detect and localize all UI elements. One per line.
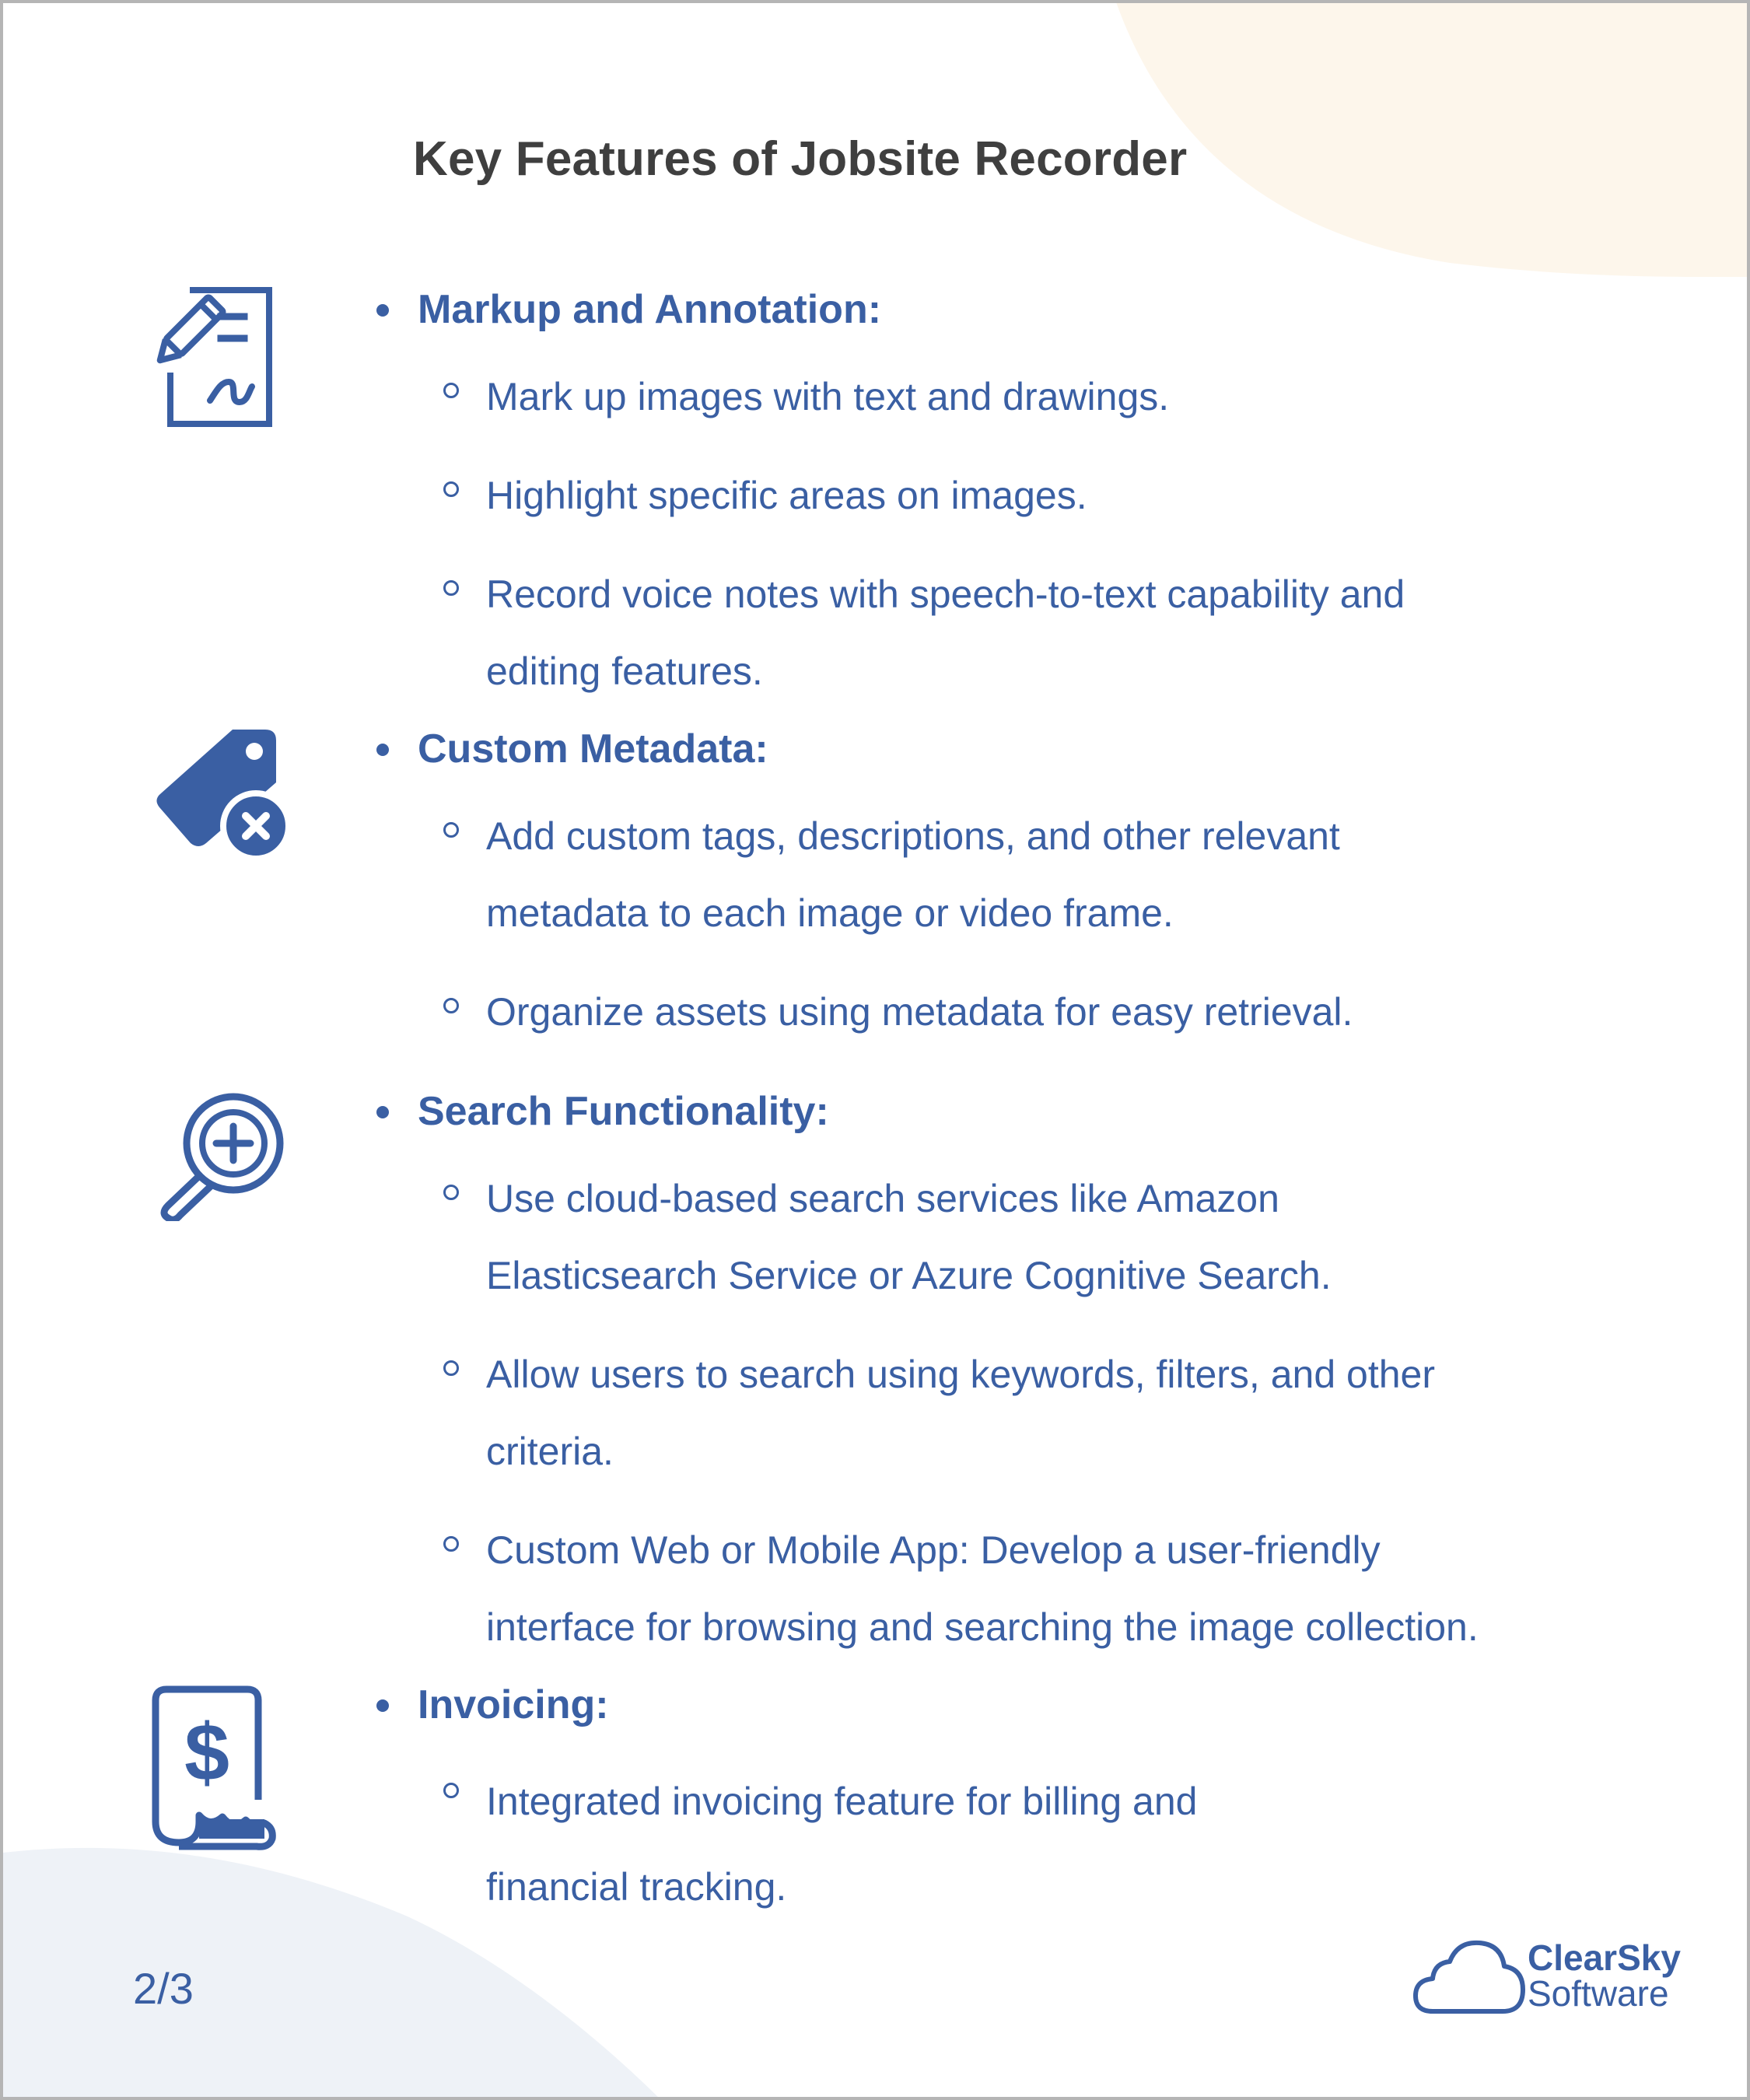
item-text: Record voice notes with speech-to-text c… <box>486 572 1405 616</box>
bullet-circle <box>443 580 459 596</box>
list-item: Integrated invoicing feature for billing… <box>443 1759 1691 1930</box>
section-heading: Markup and Annotation: <box>369 282 1691 337</box>
section-heading: Search Functionality: <box>369 1084 1691 1139</box>
item-text: Use cloud-based search services like Ama… <box>486 1177 1279 1220</box>
bullet-circle <box>443 1536 459 1552</box>
item-text: interface for browsing and searching the… <box>486 1605 1479 1649</box>
bullet-circle <box>443 383 459 398</box>
item-text: financial tracking. <box>486 1865 787 1909</box>
list-item: Highlight specific areas on images. <box>443 457 1691 534</box>
list-item: Allow users to search using keywords, fi… <box>443 1336 1691 1490</box>
item-text: Integrated invoicing feature for billing… <box>486 1780 1198 1823</box>
svg-text:$: $ <box>184 1708 229 1798</box>
section-heading: Invoicing: <box>369 1678 1691 1732</box>
clearsky-logo: ClearSky Software <box>1411 1929 1691 2022</box>
bullet-circle <box>443 1185 459 1200</box>
item-text: metadata to each image or video frame. <box>486 891 1174 935</box>
zoom-in-icon <box>157 1089 289 1221</box>
decorative-blob-top <box>1116 3 1747 278</box>
item-text: Organize assets using metadata for easy … <box>486 990 1353 1034</box>
list-item: Record voice notes with speech-to-text c… <box>443 556 1691 710</box>
item-text: editing features. <box>486 649 763 693</box>
section-markup-annotation: Markup and Annotation: Mark up images wi… <box>369 282 1691 710</box>
item-text: Elasticsearch Service or Azure Cognitive… <box>486 1254 1332 1297</box>
slide-page: Key Features of Jobsite Recorder $ Marku… <box>0 0 1750 2100</box>
logo-text-clearsky: ClearSky <box>1528 1937 1681 1978</box>
item-text: Highlight specific areas on images. <box>486 474 1087 517</box>
item-text: criteria. <box>486 1430 614 1473</box>
tag-remove-icon <box>155 726 295 863</box>
section-custom-metadata: Custom Metadata: Add custom tags, descri… <box>369 722 1691 1051</box>
list-item: Mark up images with text and drawings. <box>443 359 1691 436</box>
section-heading: Custom Metadata: <box>369 722 1691 776</box>
list-item: Custom Web or Mobile App: Develop a user… <box>443 1512 1691 1666</box>
item-text: Add custom tags, descriptions, and other… <box>486 814 1340 858</box>
item-text: Custom Web or Mobile App: Develop a user… <box>486 1528 1381 1572</box>
logo-text-software: Software <box>1528 1973 1669 2014</box>
bullet-circle <box>443 1783 459 1798</box>
bullet-circle <box>443 998 459 1013</box>
list-item: Add custom tags, descriptions, and other… <box>443 798 1691 952</box>
invoice-dollar-icon: $ <box>148 1683 282 1856</box>
section-invoicing: Invoicing: Integrated invoicing feature … <box>369 1678 1691 1930</box>
bullet-circle <box>443 1360 459 1376</box>
item-text: Mark up images with text and drawings. <box>486 375 1170 418</box>
bullet-circle <box>443 481 459 497</box>
list-item: Use cloud-based search services like Ama… <box>443 1160 1691 1314</box>
page-number: 2/3 <box>133 1964 194 2013</box>
page-title: Key Features of Jobsite Recorder <box>413 132 1188 186</box>
bullet-circle <box>443 822 459 838</box>
item-text: Allow users to search using keywords, fi… <box>486 1353 1435 1396</box>
list-item: Organize assets using metadata for easy … <box>443 974 1691 1051</box>
document-edit-icon <box>135 285 275 429</box>
section-search-functionality: Search Functionality: Use cloud-based se… <box>369 1084 1691 1666</box>
cloud-icon <box>1413 1940 1525 2014</box>
